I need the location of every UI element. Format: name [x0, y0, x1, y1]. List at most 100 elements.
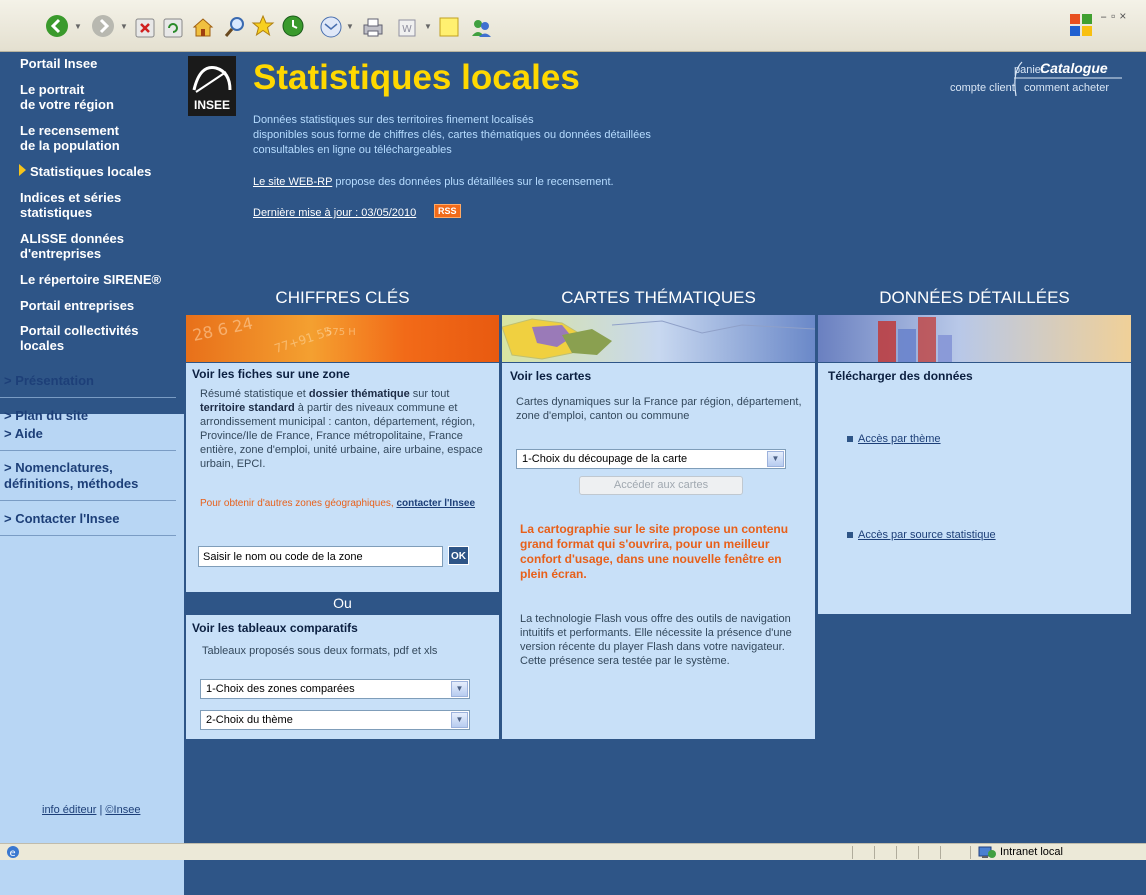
- voir-cartes-title: Voir les cartes: [510, 369, 592, 383]
- fiches-text-a: Résumé statistique et: [200, 388, 309, 400]
- comment-acheter-link[interactable]: comment acheter: [1024, 82, 1109, 94]
- cartographie-notice: La cartographie sur le site propose un c…: [520, 522, 789, 581]
- decoupage-carte-select[interactable]: 1-Choix du découpage de la carte ▼: [516, 449, 786, 469]
- nav-statistiques-locales[interactable]: Statistiques locales: [30, 164, 151, 179]
- forward-icon[interactable]: [90, 13, 116, 39]
- link-plan-du-site[interactable]: > Plan du site: [4, 408, 188, 423]
- cartes-banner-image[interactable]: [501, 315, 816, 362]
- svg-text:575 H: 575 H: [326, 327, 356, 338]
- zones-comparees-value: 1-Choix des zones comparées: [206, 683, 355, 695]
- window-controls-icon[interactable]: – ▫ ×: [1100, 10, 1126, 24]
- sidebar-divider: [0, 535, 176, 536]
- chevron-down-icon[interactable]: ▼: [451, 681, 468, 697]
- messenger-icon[interactable]: [468, 14, 494, 40]
- nav-sirene[interactable]: Le répertoire SIRENE®: [20, 272, 161, 287]
- status-divider: [896, 846, 897, 859]
- edit-icon[interactable]: W: [396, 15, 418, 41]
- mail-icon[interactable]: [318, 14, 344, 40]
- status-divider: [918, 846, 919, 859]
- security-zone-label: Intranet local: [1000, 846, 1063, 858]
- other-zones-text: Pour obtenir d'autres zones géographique…: [200, 497, 496, 511]
- back-dropdown-icon[interactable]: ▼: [74, 22, 82, 31]
- status-divider: [874, 846, 875, 859]
- catalogue-link[interactable]: Catalogue: [1040, 60, 1108, 76]
- sidebar-divider: [0, 397, 176, 398]
- zone-ok-button[interactable]: OK: [448, 546, 469, 565]
- history-icon[interactable]: [280, 13, 306, 39]
- nav-portail-insee[interactable]: Portail Insee: [20, 56, 97, 71]
- page-title: Statistiques locales: [253, 58, 580, 97]
- search-icon[interactable]: [222, 14, 248, 40]
- chiffres-panel: Voir les fiches sur une zone Résumé stat…: [186, 363, 499, 592]
- territoire-standard-label: territoire standard: [200, 402, 295, 414]
- back-icon[interactable]: [44, 13, 70, 39]
- donnees-panel: Télécharger des données Accès par thème …: [818, 363, 1131, 614]
- intranet-zone-icon: [978, 845, 996, 862]
- fiches-text-c: sur tout: [409, 388, 450, 400]
- sidebar-divider: [0, 450, 176, 451]
- sidebar-footer: info éditeur | ©Insee: [42, 804, 140, 816]
- stop-icon[interactable]: [134, 15, 156, 41]
- chevron-down-icon[interactable]: ▼: [767, 451, 784, 467]
- nav-indices-series[interactable]: Indices et séries statistiques: [20, 190, 121, 220]
- last-update-link[interactable]: Dernière mise à jour : 03/05/2010: [253, 207, 416, 219]
- status-divider: [852, 846, 853, 859]
- bullet-icon: [847, 532, 853, 538]
- refresh-icon[interactable]: [162, 15, 184, 41]
- notes-icon[interactable]: [436, 14, 462, 40]
- nav-portail-collectivites[interactable]: Portail collectivités locales: [20, 323, 139, 353]
- home-icon[interactable]: [190, 14, 216, 40]
- nav-recensement[interactable]: Le recensement de la population: [20, 123, 120, 153]
- map-collage-icon: [501, 318, 816, 360]
- link-presentation[interactable]: > Présentation: [4, 373, 188, 388]
- svg-text:77+91 55: 77+91 55: [273, 324, 334, 356]
- link-aide[interactable]: > Aide: [4, 426, 188, 441]
- heading-donnees-detaillees: DONNÉES DÉTAILLÉES: [879, 288, 1070, 307]
- acces-theme-link[interactable]: Accès par thème: [858, 433, 941, 445]
- fiches-zone-title: Voir les fiches sur une zone: [192, 367, 350, 381]
- nav-alisse[interactable]: ALISSE données d'entreprises: [20, 231, 124, 261]
- copyright-insee-link[interactable]: ©Insee: [105, 804, 140, 816]
- forward-dropdown-icon[interactable]: ▼: [120, 22, 128, 31]
- choix-theme-select[interactable]: 2-Choix du thème ▼: [200, 710, 470, 730]
- rss-badge-icon[interactable]: RSS: [434, 204, 461, 218]
- ie-page-icon: e: [6, 845, 20, 862]
- link-nomenclatures[interactable]: > Nomenclatures, définitions, méthodes: [4, 460, 188, 492]
- status-divider: [970, 846, 971, 859]
- mail-dropdown-icon[interactable]: ▼: [346, 22, 354, 31]
- webrp-line: Le site WEB-RP propose des données plus …: [253, 176, 614, 188]
- link-contacter-insee[interactable]: > Contacter l'Insee: [4, 511, 188, 526]
- zones-comparees-select[interactable]: 1-Choix des zones comparées ▼: [200, 679, 470, 699]
- chiffres-banner-image[interactable]: 28 6 24 77+91 55 575 H: [186, 314, 499, 362]
- webrp-text: propose des données plus détaillées sur …: [332, 176, 614, 188]
- svg-text:28 6 24: 28 6 24: [191, 315, 255, 345]
- insee-logo[interactable]: INSEE: [186, 54, 238, 118]
- ou-separator: Ou: [186, 593, 499, 614]
- chevron-down-icon[interactable]: ▼: [451, 712, 468, 728]
- info-editeur-link[interactable]: info éditeur: [42, 804, 96, 816]
- cartes-panel: Voir les cartes Cartes dynamiques sur la…: [502, 363, 815, 739]
- nav-portail-entreprises[interactable]: Portail entreprises: [20, 298, 134, 313]
- acceder-cartes-button[interactable]: Accéder aux cartes: [579, 476, 743, 495]
- fiches-zone-description: Résumé statistique et dossier thématique…: [200, 387, 496, 471]
- zone-search-input[interactable]: Saisir le nom ou code de la zone: [198, 546, 443, 567]
- contacter-insee-link[interactable]: contacter l'Insee: [396, 498, 475, 509]
- logo-text: INSEE: [193, 98, 230, 112]
- favorites-icon[interactable]: [250, 13, 276, 39]
- bullet-icon: [847, 436, 853, 442]
- edit-dropdown-icon[interactable]: ▼: [424, 22, 432, 31]
- compte-client-link[interactable]: compte client: [950, 82, 1015, 94]
- webrp-link[interactable]: Le site WEB-RP: [253, 176, 332, 188]
- sidebar-divider: [0, 500, 176, 501]
- status-bar: e Intranet local: [0, 843, 1146, 860]
- nav-portrait-region[interactable]: Le portrait de votre région: [20, 82, 114, 112]
- donnees-banner-image[interactable]: [818, 315, 1131, 362]
- acces-source-link[interactable]: Accès par source statistique: [858, 529, 996, 541]
- cartes-description: Cartes dynamiques sur la France par régi…: [516, 396, 802, 422]
- svg-text:W: W: [402, 24, 412, 35]
- print-icon[interactable]: [360, 14, 386, 40]
- choix-theme-value: 2-Choix du thème: [206, 714, 293, 726]
- svg-text:e: e: [10, 848, 16, 859]
- windows-logo-icon: [1068, 12, 1094, 38]
- decoupage-carte-value: 1-Choix du découpage de la carte: [522, 453, 688, 465]
